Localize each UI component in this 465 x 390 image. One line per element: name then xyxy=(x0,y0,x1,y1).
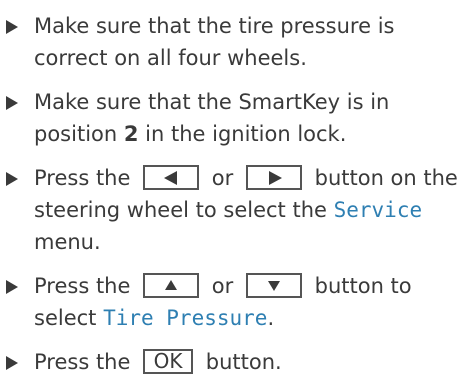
step-select-tire-pressure: Press the or button to select Tire Press… xyxy=(0,270,465,334)
bullet-triangle-icon xyxy=(6,356,18,370)
up-arrow-key-icon xyxy=(143,272,200,298)
bullet-triangle-icon xyxy=(6,20,18,34)
step-text: or xyxy=(205,166,240,190)
left-arrow-key-icon xyxy=(143,164,200,190)
step-text: Press the xyxy=(34,350,138,374)
step-text: Press the xyxy=(34,274,138,298)
step-check-tire-pressure: Make sure that the tire pressure is corr… xyxy=(0,10,465,74)
display-menu-item: Tire Pressure xyxy=(103,306,268,330)
step-text: Press the xyxy=(34,166,138,190)
step-text: menu. xyxy=(34,230,101,254)
step-text: or xyxy=(205,274,240,298)
down-arrow-icon xyxy=(267,280,280,291)
instruction-steps: Make sure that the tire pressure is corr… xyxy=(0,10,465,390)
display-menu-name: Service xyxy=(333,198,423,222)
step-select-service-menu: Press the or button on the steering whee… xyxy=(0,162,465,258)
left-arrow-icon xyxy=(164,170,178,185)
step-text: . xyxy=(267,306,275,330)
right-arrow-icon xyxy=(268,170,282,185)
bullet-triangle-icon xyxy=(6,172,18,186)
right-arrow-key-icon xyxy=(245,164,302,190)
bullet-triangle-icon xyxy=(6,280,18,294)
step-smartkey-position: Make sure that the SmartKey is in positi… xyxy=(0,86,465,150)
step-press-ok: Press the OK button. xyxy=(0,346,465,378)
step-text: Make sure that the tire pressure is corr… xyxy=(34,14,395,70)
step-text: in the ignition lock. xyxy=(138,122,347,146)
position-number: 2 xyxy=(123,122,139,146)
ok-key-icon: OK xyxy=(143,348,194,374)
down-arrow-key-icon xyxy=(245,272,302,298)
bullet-triangle-icon xyxy=(6,96,18,110)
step-text: button. xyxy=(199,350,282,374)
up-arrow-icon xyxy=(165,279,178,290)
